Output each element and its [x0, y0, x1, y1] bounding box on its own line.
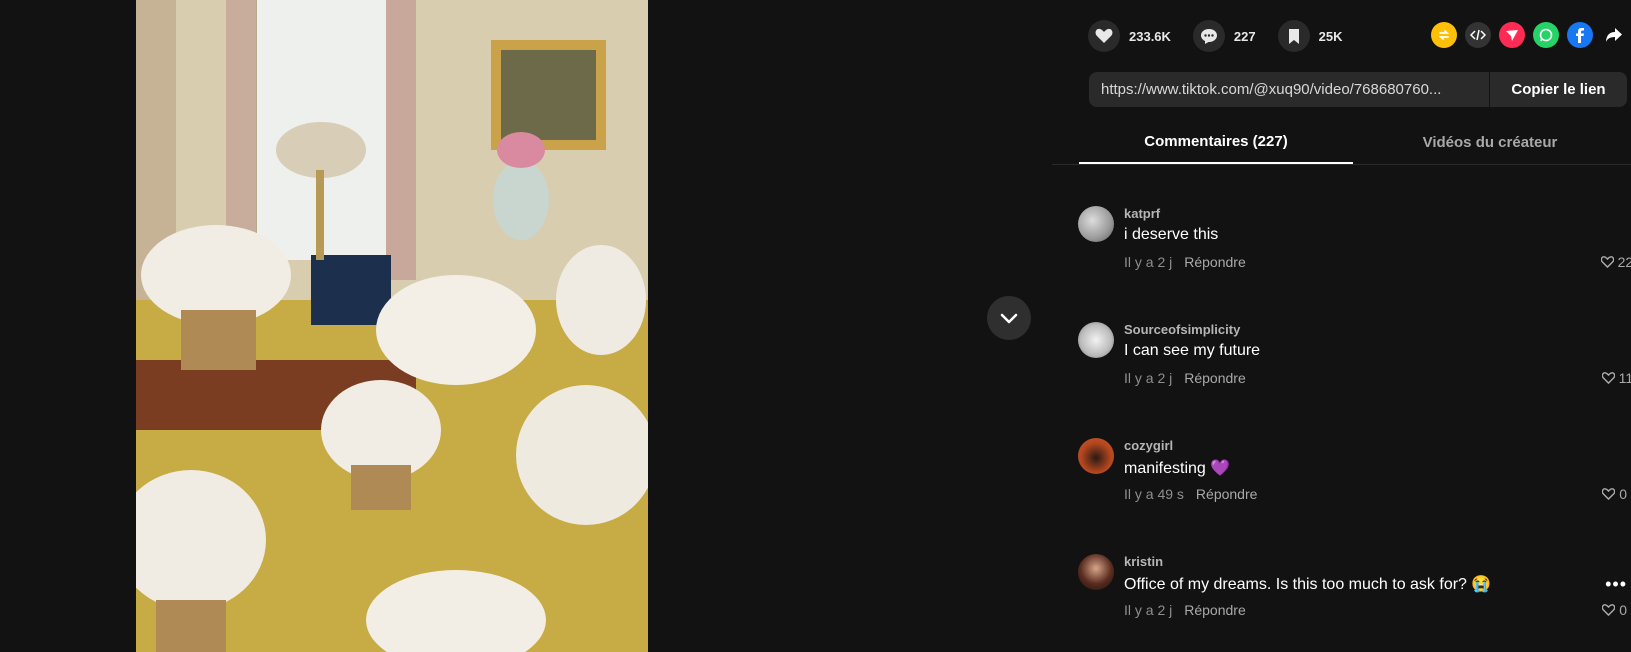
embed-icon[interactable]	[1465, 22, 1491, 48]
comment-button[interactable]: 227	[1192, 20, 1256, 52]
comment-meta: Il y a 2 j Répondre	[1124, 254, 1246, 270]
comment-username[interactable]: Sourceofsimplicity	[1124, 322, 1240, 337]
video-frame-illustration	[136, 0, 648, 652]
comment-like-button[interactable]: 0	[1602, 486, 1627, 502]
comment-text: I can see my future	[1124, 342, 1261, 359]
comment-time: Il y a 2 j	[1124, 602, 1173, 618]
facebook-icon[interactable]	[1567, 22, 1593, 48]
comment-text: i deserve this	[1124, 226, 1219, 243]
chevron-down-icon	[1000, 313, 1018, 324]
comment-like-count: 0	[1619, 486, 1627, 502]
video-url[interactable]: https://www.tiktok.com/@xuq90/video/7686…	[1089, 81, 1489, 98]
comment-username[interactable]: kristin	[1124, 554, 1163, 569]
share-arrow-icon[interactable]	[1601, 22, 1627, 48]
comment-item: Sourceofsimplicity I can see my future I…	[1078, 320, 1631, 410]
comment-count: 227	[1233, 28, 1256, 44]
tab-comments[interactable]: Commentaires (227)	[1079, 120, 1353, 164]
like-button[interactable]: 233.6K	[1088, 20, 1171, 52]
heart-outline-icon	[1602, 488, 1616, 500]
like-count: 233.6K	[1129, 28, 1171, 44]
side-panel: 233.6K 227 25K https://www.tiktok.com/@x…	[1052, 0, 1631, 652]
whatsapp-icon[interactable]	[1533, 22, 1559, 48]
save-button[interactable]: 25K	[1277, 20, 1343, 52]
comment-like-count: 117	[1618, 370, 1631, 386]
avatar[interactable]	[1078, 206, 1114, 242]
copy-link-button[interactable]: Copier le lien	[1489, 72, 1627, 107]
repost-icon[interactable]	[1431, 22, 1457, 48]
comment-meta: Il y a 2 j Répondre	[1124, 370, 1246, 386]
reply-button[interactable]: Répondre	[1184, 602, 1246, 618]
heart-icon	[1088, 20, 1120, 52]
comment-time: Il y a 49 s	[1124, 486, 1184, 502]
share-icons	[1423, 22, 1627, 48]
comment-like-button[interactable]: 117	[1601, 370, 1631, 386]
comment-time: Il y a 2 j	[1124, 254, 1173, 270]
reply-button[interactable]: Répondre	[1184, 370, 1246, 386]
reply-button[interactable]: Répondre	[1196, 486, 1258, 502]
comment-text: Office of my dreams. Is this too much to…	[1124, 576, 1492, 593]
comment-item: cozygirl manifesting 💜 Il y a 49 s Répon…	[1078, 436, 1631, 526]
comment-time: Il y a 2 j	[1124, 370, 1173, 386]
avatar[interactable]	[1078, 322, 1114, 358]
more-options-icon[interactable]: •••	[1605, 574, 1627, 595]
bookmark-icon	[1277, 20, 1310, 52]
heart-outline-icon	[1600, 256, 1614, 268]
comment-username[interactable]: katprf	[1124, 206, 1160, 221]
heart-outline-icon	[1601, 372, 1615, 384]
comment-like-count: 0	[1619, 602, 1627, 618]
avatar[interactable]	[1078, 554, 1114, 590]
avatar[interactable]	[1078, 438, 1114, 474]
video-area	[0, 0, 1052, 652]
scroll-down-button[interactable]	[987, 296, 1031, 340]
comment-text: manifesting 💜	[1124, 460, 1231, 477]
comment-icon	[1192, 20, 1225, 52]
comment-meta: Il y a 2 j Répondre	[1124, 602, 1246, 618]
comment-username[interactable]: cozygirl	[1124, 438, 1173, 453]
video-player[interactable]	[136, 0, 648, 652]
video-link-row: https://www.tiktok.com/@xuq90/video/7686…	[1089, 72, 1627, 107]
tab-bar: Commentaires (227) Vidéos du créateur	[1052, 120, 1631, 165]
comment-item: kristin Office of my dreams. Is this too…	[1078, 552, 1631, 642]
comment-item: katprf i deserve this Il y a 2 j Répondr…	[1078, 204, 1631, 294]
reply-button[interactable]: Répondre	[1184, 254, 1246, 270]
tab-creator-videos[interactable]: Vidéos du créateur	[1353, 120, 1627, 164]
comment-like-button[interactable]: 0	[1602, 602, 1627, 618]
save-count: 25K	[1318, 28, 1343, 44]
heart-outline-icon	[1602, 604, 1616, 616]
send-icon[interactable]	[1499, 22, 1525, 48]
comment-meta: Il y a 49 s Répondre	[1124, 486, 1257, 502]
comment-like-button[interactable]: 220	[1600, 254, 1631, 270]
comment-like-count: 220	[1617, 254, 1631, 270]
